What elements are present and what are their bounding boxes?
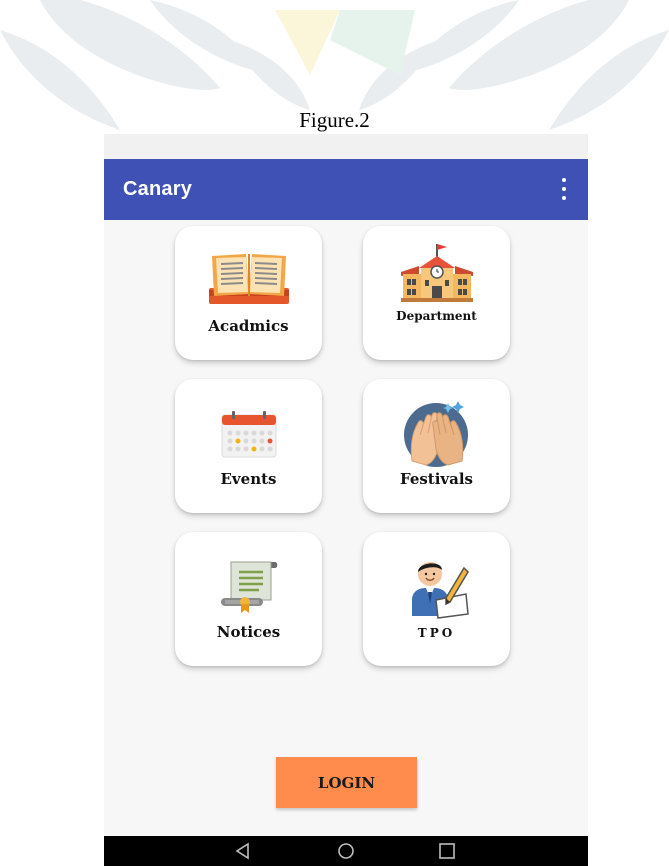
back-triangle-icon[interactable] <box>233 841 253 861</box>
app-bar: Canary <box>104 159 588 220</box>
department-card[interactable]: Department <box>363 226 510 360</box>
card-label: Festivals <box>399 470 474 488</box>
card-label: Events <box>220 470 277 488</box>
navigation-bar <box>104 836 588 866</box>
card-label: Department <box>396 309 477 323</box>
home-circle-icon[interactable] <box>336 841 356 861</box>
card-label: Notices <box>216 623 281 641</box>
more-vert-icon[interactable] <box>560 178 568 200</box>
app-title: Canary <box>123 178 193 200</box>
status-bar <box>104 134 588 159</box>
festivals-card[interactable]: Festivals <box>363 379 510 513</box>
academics-card[interactable]: Acadmics <box>175 226 322 360</box>
events-card[interactable]: Events <box>175 379 322 513</box>
notices-card[interactable]: Notices <box>175 532 322 666</box>
recents-square-icon[interactable] <box>437 841 457 861</box>
student-writing-icon <box>411 562 469 619</box>
tpo-card[interactable]: TPO <box>363 532 510 666</box>
figure-caption: Figure.2 <box>299 108 370 132</box>
school-building-icon <box>400 244 473 302</box>
login-button[interactable]: LOGIN <box>276 757 417 808</box>
card-label: TPO <box>417 626 456 640</box>
clapping-hands-icon <box>403 401 468 467</box>
calendar-icon <box>221 411 276 458</box>
card-label: Acadmics <box>208 317 289 335</box>
scroll-certificate-icon <box>220 561 277 613</box>
phone-screen: Canary Acadmics Department Events Festiv… <box>104 134 588 866</box>
open-book-icon <box>208 254 289 304</box>
